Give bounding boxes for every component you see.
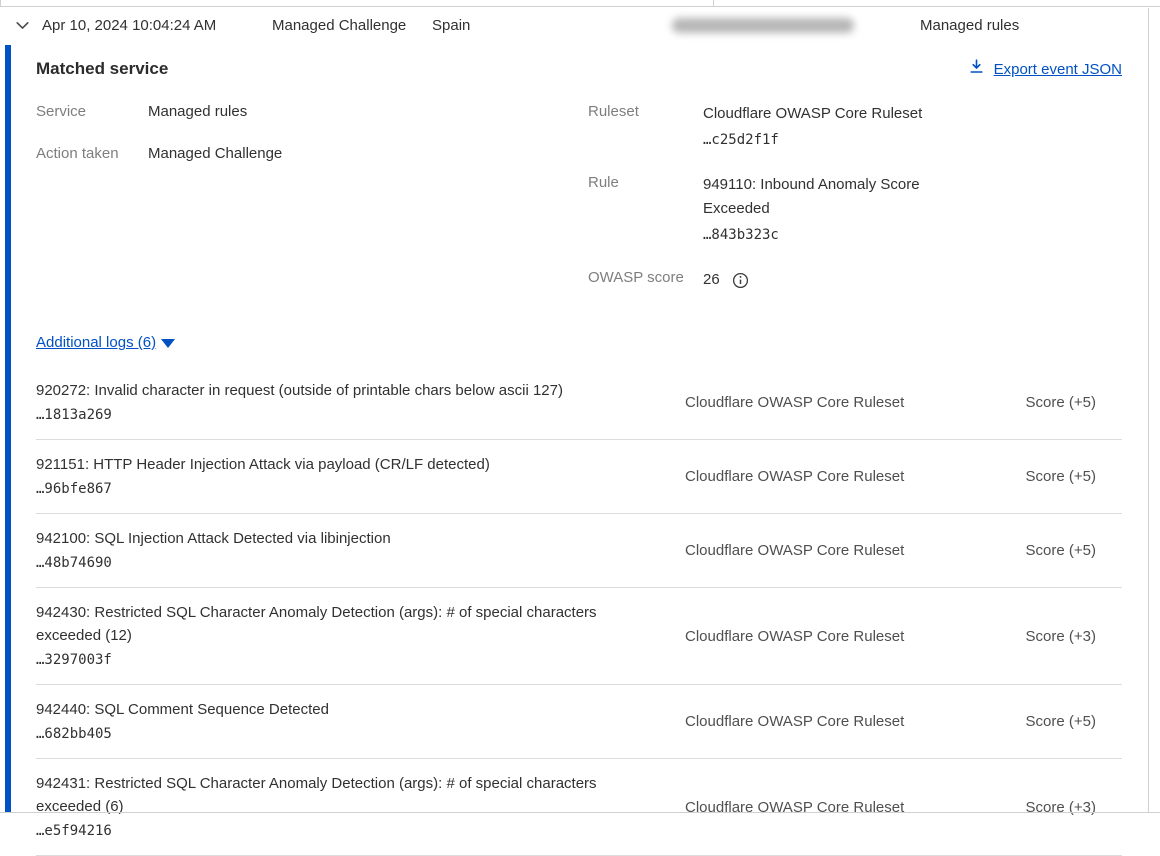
log-row: 942431: Restricted SQL Character Anomaly… xyxy=(36,759,1122,856)
log-row: 942100: SQL Injection Attack Detected vi… xyxy=(36,514,1122,588)
log-rule-id: …96bfe867 xyxy=(36,478,645,500)
field-label: Service xyxy=(36,102,148,122)
expanded-row-accent-bar xyxy=(5,45,11,813)
log-rule-title: 920272: Invalid character in request (ou… xyxy=(36,379,645,402)
log-score: Score (+5) xyxy=(985,713,1122,730)
event-service: Managed rules xyxy=(920,17,1019,34)
redacted-host-blur xyxy=(672,18,854,33)
additional-logs-label: Additional logs (6) xyxy=(36,334,156,351)
log-rule-id: …682bb405 xyxy=(36,723,645,745)
log-row: 920272: Invalid character in request (ou… xyxy=(36,366,1122,440)
info-icon[interactable] xyxy=(732,272,749,289)
table-bottom-border xyxy=(0,812,1160,813)
log-rule-id: …e5f94216 xyxy=(36,820,645,842)
log-rule-id: …48b74690 xyxy=(36,552,645,574)
field-rule-id: …c25d2f1f xyxy=(703,129,922,151)
export-event-json-link[interactable]: Export event JSON xyxy=(968,58,1122,80)
log-rule-title: 942100: SQL Injection Attack Detected vi… xyxy=(36,527,645,550)
panel-title: Matched service xyxy=(36,59,168,79)
additional-logs-list: 920272: Invalid character in request (ou… xyxy=(36,366,1122,856)
field-value: Cloudflare OWASP Core Ruleset xyxy=(703,102,922,126)
log-ruleset: Cloudflare OWASP Core Ruleset xyxy=(685,542,985,559)
export-link-label: Export event JSON xyxy=(994,61,1122,78)
log-ruleset: Cloudflare OWASP Core Ruleset xyxy=(685,713,985,730)
event-country: Spain xyxy=(432,17,672,34)
event-row-header[interactable]: Apr 10, 2024 10:04:24 AM Managed Challen… xyxy=(0,7,1160,44)
additional-logs-toggle[interactable]: Additional logs (6) xyxy=(36,334,175,351)
detail-field: Rule 949110: Inbound Anomaly Score Excee… xyxy=(588,173,1122,246)
log-row: 942440: SQL Comment Sequence Detected …6… xyxy=(36,685,1122,759)
field-label: Ruleset xyxy=(588,102,703,151)
log-score: Score (+5) xyxy=(985,468,1122,485)
table-right-border xyxy=(1148,8,1149,813)
detail-field: Service Managed rules xyxy=(36,102,588,122)
log-rule-title: 921151: HTTP Header Injection Attack via… xyxy=(36,453,645,476)
field-label: Rule xyxy=(588,173,703,246)
download-icon xyxy=(968,58,985,80)
chevron-down-icon[interactable] xyxy=(14,17,31,34)
field-rule-id: …843b323c xyxy=(703,224,948,246)
fields-right-column: Ruleset Cloudflare OWASP Core Ruleset …c… xyxy=(588,102,1122,314)
field-value: Managed Challenge xyxy=(148,144,282,164)
field-label: OWASP score xyxy=(588,268,703,292)
log-ruleset: Cloudflare OWASP Core Ruleset xyxy=(685,468,985,485)
event-detail-panel: Matched service Export event JSON Servic… xyxy=(36,58,1122,856)
log-ruleset: Cloudflare OWASP Core Ruleset xyxy=(685,394,985,411)
field-value: 949110: Inbound Anomaly Score Exceeded xyxy=(703,173,948,221)
table-left-border xyxy=(0,0,1,7)
field-label: Action taken xyxy=(36,144,148,164)
event-timestamp: Apr 10, 2024 10:04:24 AM xyxy=(42,17,272,34)
log-row: 921151: HTTP Header Injection Attack via… xyxy=(36,440,1122,514)
detail-field: Ruleset Cloudflare OWASP Core Ruleset …c… xyxy=(588,102,1122,151)
log-rule-id: …1813a269 xyxy=(36,404,645,426)
log-score: Score (+5) xyxy=(985,542,1122,559)
table-column-border xyxy=(713,0,714,7)
log-rule-id: …3297003f xyxy=(36,649,645,671)
log-rule-title: 942440: SQL Comment Sequence Detected xyxy=(36,698,645,721)
previous-row-border xyxy=(0,0,1160,7)
event-action: Managed Challenge xyxy=(272,17,432,34)
field-value: 26 xyxy=(703,268,720,292)
log-row: 942430: Restricted SQL Character Anomaly… xyxy=(36,588,1122,685)
detail-field: Action taken Managed Challenge xyxy=(36,144,588,164)
fields-left-column: Service Managed rules Action taken Manag… xyxy=(36,102,588,314)
log-score: Score (+3) xyxy=(985,628,1122,645)
log-ruleset: Cloudflare OWASP Core Ruleset xyxy=(685,628,985,645)
field-value: Managed rules xyxy=(148,102,247,122)
log-score: Score (+5) xyxy=(985,394,1122,411)
detail-field: OWASP score 26 xyxy=(588,268,1122,292)
log-rule-title: 942430: Restricted SQL Character Anomaly… xyxy=(36,601,645,647)
triangle-down-icon xyxy=(161,339,175,348)
